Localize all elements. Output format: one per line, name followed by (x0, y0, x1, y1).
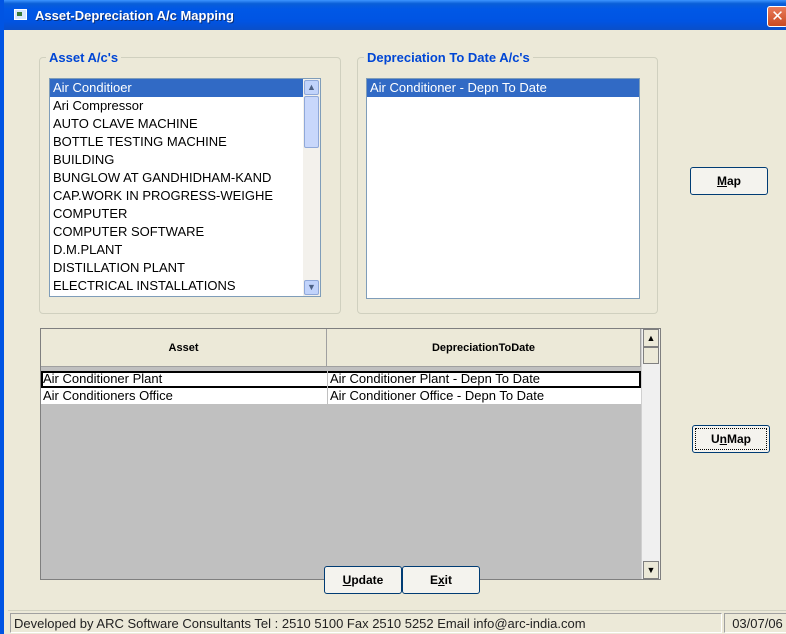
unmap-button[interactable]: UnMap (692, 425, 770, 453)
asset-list-item[interactable]: BOTTLE TESTING MACHINE (50, 133, 320, 151)
asset-list-item[interactable]: Air Conditioer (50, 79, 320, 97)
asset-list-item[interactable]: BUNGLOW AT GANDHIDHAM-KAND (50, 169, 320, 187)
close-button[interactable]: ✕ (767, 6, 786, 27)
depreciation-list-item[interactable]: Air Conditioner - Depn To Date (367, 79, 639, 97)
grid-cell-depreciation[interactable]: Air Conditioner Office - Depn To Date (327, 388, 641, 405)
grid-column-asset[interactable]: Asset (41, 329, 327, 367)
exit-button[interactable]: Exit (402, 566, 480, 594)
depreciation-accounts-legend: Depreciation To Date A/c's (367, 50, 530, 65)
scroll-up-icon[interactable]: ▲ (304, 80, 319, 95)
scroll-up-icon[interactable]: ▲ (643, 329, 659, 347)
close-icon: ✕ (771, 8, 784, 25)
update-button[interactable]: Update (324, 566, 402, 594)
grid-scrollbar[interactable]: ▲ ▼ (641, 329, 660, 579)
grid-row[interactable]: Air Conditioners Office Air Conditioner … (41, 388, 641, 405)
grid-cell-depreciation[interactable]: Air Conditioner Plant - Depn To Date (327, 371, 641, 388)
asset-list-item[interactable]: BUILDING (50, 151, 320, 169)
app-icon (14, 9, 27, 20)
asset-list-item[interactable]: CAP.WORK IN PROGRESS-WEIGHE (50, 187, 320, 205)
grid-column-depreciation[interactable]: DepreciationToDate (327, 329, 641, 367)
asset-list-item[interactable]: Ari Compressor (50, 97, 320, 115)
asset-list-item[interactable]: DISTILLATION PLANT (50, 259, 320, 277)
scroll-down-icon[interactable]: ▼ (304, 280, 319, 295)
status-date: 03/07/06 (724, 613, 786, 633)
asset-list-item[interactable]: ELECTRICAL INSTALLATIONS (50, 277, 320, 295)
scroll-thumb[interactable] (643, 347, 659, 364)
grid-body: Air Conditioner Plant Air Conditioner Pl… (41, 371, 641, 405)
status-bar: Developed by ARC Software Consultants Te… (8, 610, 786, 634)
mapping-grid[interactable]: Asset DepreciationToDate Air Conditioner… (40, 328, 661, 580)
asset-list-item[interactable]: COMPUTER (50, 205, 320, 223)
scroll-thumb[interactable] (304, 96, 319, 148)
map-button[interactable]: Map (690, 167, 768, 195)
app-window: Asset-Depreciation A/c Mapping ✕ Asset A… (0, 0, 786, 634)
asset-list-item[interactable]: D.M.PLANT (50, 241, 320, 259)
asset-list-item[interactable]: COMPUTER SOFTWARE (50, 223, 320, 241)
grid-header: Asset DepreciationToDate (41, 329, 641, 367)
form-client-area: Asset A/c's Air Conditioer Ari Compressor… (8, 30, 786, 634)
grid-cell-asset[interactable]: Air Conditioners Office (41, 388, 327, 405)
asset-accounts-legend: Asset A/c's (49, 50, 119, 65)
grid-cell-asset[interactable]: Air Conditioner Plant (41, 371, 327, 388)
title-bar[interactable]: Asset-Depreciation A/c Mapping ✕ (4, 0, 786, 30)
grid-row[interactable]: Air Conditioner Plant Air Conditioner Pl… (41, 371, 641, 388)
asset-list-item[interactable]: AUTO CLAVE MACHINE (50, 115, 320, 133)
scroll-down-icon[interactable]: ▼ (643, 561, 659, 579)
asset-list-scrollbar[interactable]: ▲ ▼ (303, 79, 320, 296)
status-developer-info: Developed by ARC Software Consultants Te… (10, 613, 722, 633)
asset-accounts-list[interactable]: Air Conditioer Ari Compressor AUTO CLAVE M… (49, 78, 321, 297)
window-title: Asset-Depreciation A/c Mapping (35, 8, 234, 23)
depreciation-accounts-list[interactable]: Air Conditioner - Depn To Date (366, 78, 640, 299)
